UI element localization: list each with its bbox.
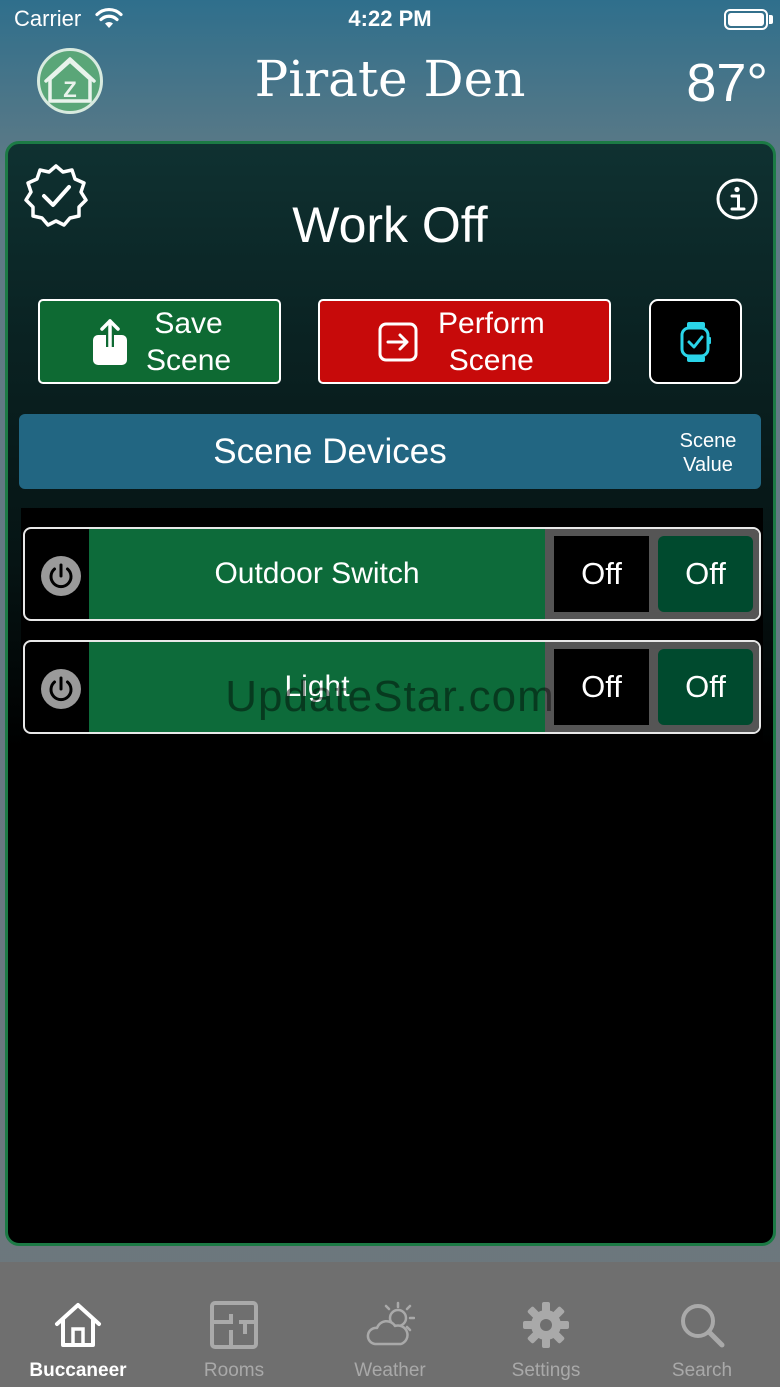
enter-arrow-icon [378,322,418,361]
scene-title: Work Off [292,197,488,253]
weather-icon [366,1301,415,1346]
watch-button[interactable] [649,299,742,384]
tab-label: Rooms [203,1360,265,1381]
tab-weather[interactable]: Weather [312,1262,468,1387]
watermark: UpdateStar.com [225,672,555,721]
home-icon [55,1303,101,1347]
status-time: 4:22 PM [348,6,432,31]
page-title: Pirate Den [254,50,526,108]
power-icon [49,563,73,589]
gear-icon [523,1302,569,1348]
tab-label: Buccaneer [29,1360,127,1381]
temperature-readout: 87° [686,53,768,113]
tab-search[interactable]: Search [624,1262,780,1387]
save-scene-button[interactable]: Save Scene [38,299,281,384]
share-icon [93,318,127,365]
device-row-outdoor-switch[interactable]: Outdoor Switch Off Off [23,527,761,621]
perform-scene-button[interactable]: Perform Scene [318,299,611,384]
tab-label: Settings [511,1360,581,1381]
power-button[interactable] [41,556,81,596]
tab-rooms[interactable]: Rooms [156,1262,312,1387]
tab-label: Search [671,1360,733,1381]
tab-label: Weather [354,1360,426,1381]
device-name: Outdoor Switch [214,557,420,590]
perform-scene-label: Perform Scene [438,306,545,377]
floorplan-icon [210,1301,258,1349]
battery-tip [769,15,773,24]
battery-icon [724,9,768,30]
tab-settings[interactable]: Settings [468,1262,624,1387]
smartwatch-icon [680,321,711,362]
current-state-button[interactable]: Off [554,536,649,612]
search-icon [681,1304,725,1348]
save-scene-label: Save Scene [146,306,232,377]
scene-value-column-label: Scene Value [679,430,737,476]
tab-buccaneer[interactable]: Buccaneer [0,1262,156,1387]
scene-value-button[interactable]: Off [658,536,753,612]
scene-devices-title: Scene Devices [213,432,447,471]
